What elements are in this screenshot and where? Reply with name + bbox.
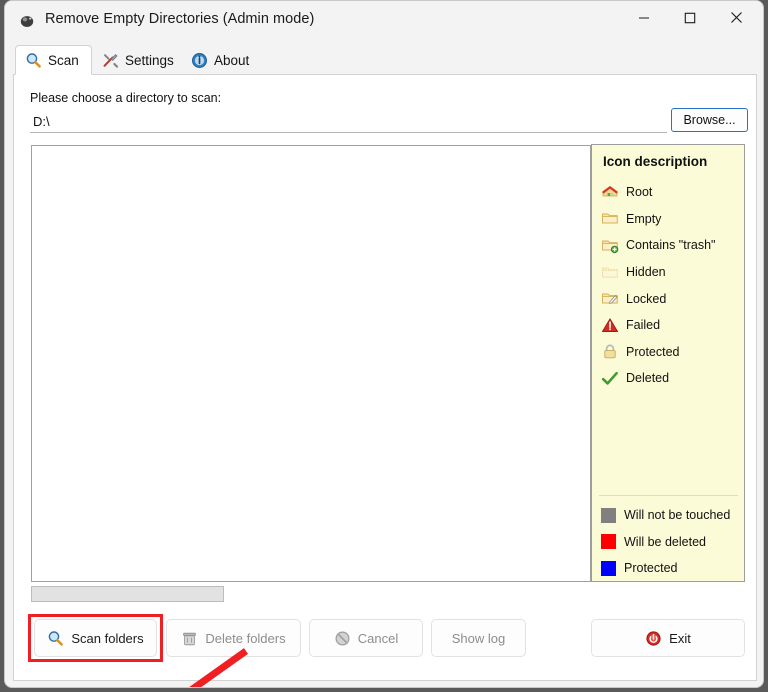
exit-label: Exit: [669, 630, 691, 646]
info-icon: [191, 52, 208, 69]
scan-folders-label: Scan folders: [71, 630, 144, 646]
legend-item-label: Empty: [626, 211, 662, 226]
show-log-button[interactable]: Show log: [431, 619, 526, 657]
delete-folders-button[interactable]: Delete folders: [166, 619, 301, 657]
locked-folder-icon: [601, 290, 619, 307]
maximize-icon[interactable]: [667, 1, 713, 34]
color-swatch-blue: [601, 560, 616, 576]
legend-item-label: Locked: [626, 291, 667, 306]
legend-item-empty: Empty: [601, 206, 743, 233]
trashcan-icon: [181, 630, 198, 647]
legend-item-label: Contains "trash": [626, 238, 716, 253]
home-folder-icon: [601, 184, 619, 201]
legend-item-label: Deleted: [626, 371, 670, 386]
exit-button[interactable]: Exit: [591, 619, 745, 657]
legend-item-contains-trash: Contains "trash": [601, 232, 743, 259]
scan-tab-panel: Please choose a directory to scan: Brows…: [13, 75, 757, 687]
legend-item-protected: Protected: [601, 339, 743, 366]
legend-item-label: Root: [626, 185, 653, 200]
scan-results-list[interactable]: [31, 145, 591, 582]
app-logo-icon: [18, 12, 36, 30]
legend-color-not-touched: Will not be touched: [601, 502, 746, 529]
legend-item-failed: Failed: [601, 312, 743, 339]
window-title: Remove Empty Directories (Admin mode): [45, 11, 315, 27]
magnifier-icon: [25, 52, 42, 69]
title-bar: Remove Empty Directories (Admin mode): [5, 1, 763, 41]
tab-scan-label: Scan: [48, 52, 79, 68]
application-window: Remove Empty Directories (Admin mode) Sc…: [4, 0, 764, 688]
legend-item-label: Protected: [626, 344, 680, 359]
color-swatch-gray: [601, 507, 616, 523]
browse-button[interactable]: Browse...: [671, 108, 748, 132]
show-log-label: Show log: [451, 630, 506, 646]
tab-about-label: About: [214, 52, 250, 68]
legend-title: Icon description: [603, 154, 708, 169]
padlock-icon: [601, 343, 619, 360]
warning-triangle-icon: [601, 317, 619, 334]
minimize-icon[interactable]: [621, 1, 667, 34]
directory-path-input[interactable]: [30, 111, 667, 133]
legend-item-list: Root Empty Contains "trash" Hidden Locke…: [601, 179, 743, 392]
tab-scan[interactable]: Scan: [15, 45, 92, 75]
green-check-icon: [601, 370, 619, 387]
scan-folders-button[interactable]: Scan folders: [34, 619, 157, 657]
delete-folders-label: Delete folders: [205, 630, 286, 646]
empty-folder-icon: [601, 210, 619, 227]
hidden-folder-icon: [601, 264, 619, 281]
scan-progress-bar: [31, 586, 224, 602]
legend-item-label: Failed: [626, 318, 661, 333]
cancel-label: Cancel: [357, 630, 399, 646]
color-swatch-red: [601, 534, 616, 550]
legend-item-locked: Locked: [601, 285, 743, 312]
tab-settings-label: Settings: [125, 52, 174, 68]
legend-item-deleted: Deleted: [601, 365, 743, 392]
legend-color-label: Will not be touched: [624, 508, 731, 523]
legend-color-label: Protected: [624, 561, 678, 576]
legend-color-list: Will not be touched Will be deleted Prot…: [601, 502, 746, 582]
cancel-icon: [334, 630, 351, 647]
power-icon: [645, 630, 662, 647]
legend-color-protected: Protected: [601, 555, 746, 582]
tab-about[interactable]: About: [182, 45, 254, 75]
legend-item-root: Root: [601, 179, 743, 206]
trash-folder-icon: [601, 237, 619, 254]
legend-item-hidden: Hidden: [601, 259, 743, 286]
legend-divider: [599, 495, 738, 496]
legend-color-label: Will be deleted: [624, 534, 706, 549]
legend-color-deleted: Will be deleted: [601, 529, 746, 556]
close-icon[interactable]: [713, 1, 759, 34]
icon-description-panel: Icon description Root Empty Contains "tr…: [591, 144, 745, 582]
cancel-button[interactable]: Cancel: [309, 619, 423, 657]
tab-settings[interactable]: Settings: [93, 45, 181, 75]
tools-icon: [102, 52, 119, 69]
magnifier-icon: [47, 630, 64, 647]
directory-prompt-label: Please choose a directory to scan:: [30, 91, 222, 105]
legend-item-label: Hidden: [626, 265, 666, 280]
